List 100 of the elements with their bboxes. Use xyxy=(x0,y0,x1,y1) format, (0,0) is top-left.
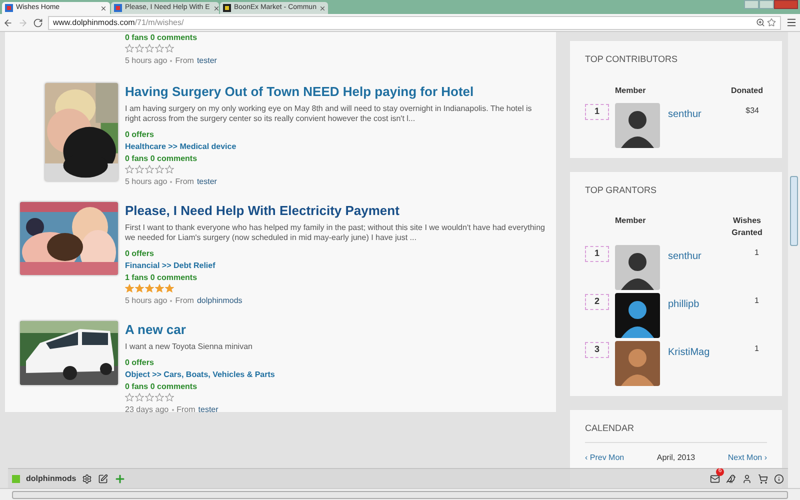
mail-icon[interactable] xyxy=(710,474,720,484)
close-icon[interactable] xyxy=(100,4,107,12)
favicon-icon xyxy=(5,4,13,12)
scroll-thumb[interactable] xyxy=(790,176,798,246)
star-icon xyxy=(165,165,174,174)
card-title: CALENDAR xyxy=(585,422,767,442)
star-icon xyxy=(165,393,174,402)
category-link[interactable]: Financial >> Debt Relief xyxy=(125,260,545,272)
wish-description: I am having surgery on my only working eye on May 8th and will need to stay overnight in Indianapolis. The hotel is right across from the surgery center so its really convient however the cost isn't l... xyxy=(125,104,533,124)
address-field[interactable]: www.dolphinmods.com/71/m/wishes/ xyxy=(48,16,781,30)
wish-title[interactable]: A new car xyxy=(125,321,545,339)
wish-title[interactable]: Please, I Need Help With Electricity Payment xyxy=(125,202,545,220)
author-link[interactable]: dolphinmods xyxy=(196,295,242,307)
star-icon xyxy=(135,284,144,293)
table-cell-text: 1 xyxy=(754,247,760,259)
month-label: April, 2013 xyxy=(656,452,696,464)
posted-time: 5 hours ago xyxy=(125,295,168,307)
rank-badge: 1 xyxy=(585,104,609,120)
star-icon xyxy=(155,284,164,293)
add-icon[interactable] xyxy=(114,472,126,484)
fans-comments: 0 fans 0 comments xyxy=(125,381,198,393)
star-icon xyxy=(135,393,144,402)
author-link[interactable]: tester xyxy=(196,176,217,188)
star-icon xyxy=(155,393,164,402)
posted-time: 5 hours ago xyxy=(125,55,168,67)
fans-comments: 0 fans 0 comments xyxy=(125,32,198,44)
from-label: From xyxy=(175,295,194,307)
star-icon xyxy=(125,165,134,174)
member-link[interactable]: senthur xyxy=(668,249,702,264)
menu-icon[interactable] xyxy=(786,17,797,28)
cart-icon[interactable] xyxy=(758,474,768,484)
offers-count: 0 offers xyxy=(125,248,155,260)
fans-comments: 0 fans 0 comments xyxy=(125,153,198,165)
rank-badge: 1 xyxy=(585,246,609,262)
card-title: TOP CONTRIBUTORS xyxy=(585,53,679,66)
member-link[interactable]: KristiMag xyxy=(668,345,710,360)
url-path: /71/m/wishes/ xyxy=(134,16,184,28)
star-icon xyxy=(125,284,134,293)
edit-icon[interactable] xyxy=(98,474,108,484)
close-icon[interactable] xyxy=(212,4,220,12)
reload-icon[interactable] xyxy=(33,18,43,28)
settings-icon[interactable] xyxy=(82,474,92,484)
offers-count: 0 offers xyxy=(125,357,155,369)
from-label: From xyxy=(175,176,194,188)
star-icon xyxy=(145,44,154,53)
star-icon xyxy=(135,165,144,174)
offers-count: 0 offers xyxy=(125,129,155,141)
member-link[interactable]: senthur xyxy=(668,106,702,122)
star-icon xyxy=(165,284,174,293)
from-label: From xyxy=(175,55,194,67)
rank-badge: 2 xyxy=(585,294,609,310)
posted-time: 23 days ago xyxy=(125,404,169,416)
author-link[interactable]: tester xyxy=(198,404,218,416)
scroll-thumb[interactable] xyxy=(12,490,788,498)
user-link[interactable]: dolphinmods xyxy=(26,472,76,484)
table-cell-text: 1 xyxy=(754,343,760,355)
avatar-icon xyxy=(615,293,660,338)
url-host: www.dolphinmods.com xyxy=(53,16,135,28)
from-label: From xyxy=(176,404,196,416)
table-cell-text: 1 xyxy=(754,295,760,307)
author-link[interactable]: tester xyxy=(196,55,217,67)
posted-time: 5 hours ago xyxy=(125,176,168,188)
fans-comments: 1 fans 0 comments xyxy=(125,272,198,284)
column-header: Wishes Granted xyxy=(730,215,764,239)
bookmark-star-icon[interactable] xyxy=(767,18,776,27)
star-icon xyxy=(125,44,134,53)
member-link[interactable]: phillipb xyxy=(668,297,700,312)
person-icon[interactable] xyxy=(742,474,752,484)
category-link[interactable]: Healthcare >> Medical device xyxy=(125,141,545,153)
prev-month-link[interactable]: ‹ Prev Mon xyxy=(585,452,624,464)
avatar-icon xyxy=(615,245,660,290)
info-icon[interactable] xyxy=(774,474,784,484)
favicon-icon xyxy=(223,4,231,12)
wish-description: First I want to thank everyone who has helped my family in the past; without this site I we wouldn't have had everything we needed for Liam's surgery (now scheduled in mid may-early june) I have just ... xyxy=(125,223,545,243)
back-icon[interactable] xyxy=(3,18,13,28)
card-title: TOP GRANTORS xyxy=(585,184,658,196)
close-icon[interactable] xyxy=(319,4,326,12)
next-month-link[interactable]: Next Mon › xyxy=(728,452,767,464)
star-icon xyxy=(125,393,134,402)
category-link[interactable]: Object >> Cars, Boats, Vehicles & Parts xyxy=(125,369,545,381)
column-header: Donated xyxy=(730,84,764,96)
star-icon xyxy=(145,393,154,402)
star-icon xyxy=(155,44,164,53)
table-cell-text: $34 xyxy=(744,104,760,116)
favicon-icon xyxy=(114,4,122,12)
wish-title[interactable]: Having Surgery Out of Town NEED Help paying for Hotel xyxy=(125,83,545,101)
star-icon xyxy=(155,165,164,174)
column-header: Member xyxy=(615,215,647,227)
avatar-icon xyxy=(615,341,660,386)
rank-badge: 3 xyxy=(585,342,609,358)
star-icon xyxy=(145,284,154,293)
column-header: Member xyxy=(615,84,647,96)
star-icon xyxy=(135,44,144,53)
star-icon xyxy=(165,44,174,53)
avatar-icon xyxy=(615,102,660,148)
zoom-icon[interactable] xyxy=(756,18,765,27)
bird-icon[interactable] xyxy=(726,474,736,484)
status-icon xyxy=(12,474,20,482)
wish-description: I want a new Toyota Sienna minivan xyxy=(125,342,254,352)
star-icon xyxy=(145,165,154,174)
